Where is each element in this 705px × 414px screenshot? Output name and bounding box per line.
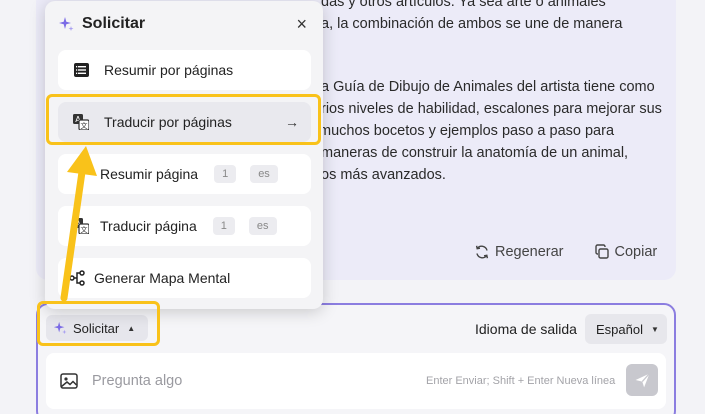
annotation-arrow (60, 146, 97, 302)
